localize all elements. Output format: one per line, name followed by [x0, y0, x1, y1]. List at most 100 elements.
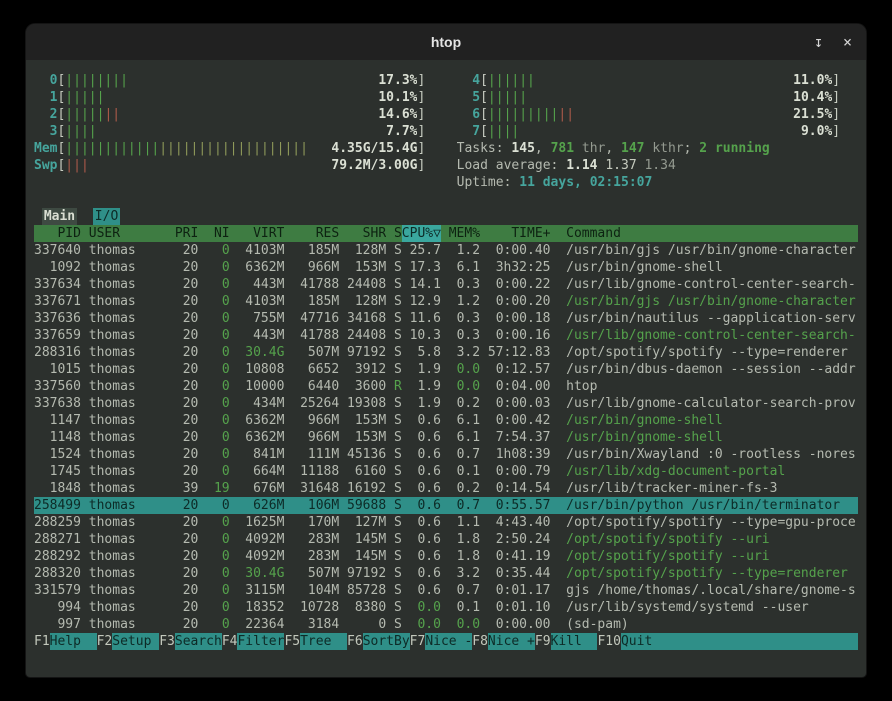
process-row[interactable]: 337638thomas200434M2526419308S1.90.20:00… [34, 395, 858, 412]
cell-res: 111M [284, 446, 339, 463]
process-row[interactable]: 997thomas2002236431840S0.00.00:00.00(sd-… [34, 616, 858, 633]
process-row[interactable]: 337634thomas200443M4178824408S14.10.30:0… [34, 276, 858, 293]
process-row[interactable]: 337671thomas2004103M185M128MS12.91.20:00… [34, 293, 858, 310]
column-header-user[interactable]: USER [81, 225, 159, 242]
cell-shr: 153M [339, 259, 386, 276]
cell-ni: 0 [198, 327, 229, 344]
cell-pid: 288320 [34, 565, 81, 582]
fkey-f3[interactable]: F3Search [159, 633, 222, 650]
cpu-meter-2-value: 14.6% [371, 106, 418, 123]
process-row[interactable]: 288320thomas20030.4G507M97192S0.63.20:35… [34, 565, 858, 582]
fkey-f9[interactable]: F9Kill [535, 633, 598, 650]
cpu-meter-6: 6[|||||||||||21.5%] [457, 106, 840, 123]
fkey-f6[interactable]: F6SortBy [347, 633, 410, 650]
cell-pri: 20 [159, 395, 198, 412]
cell-res: 41788 [284, 327, 339, 344]
cell-res: 104M [284, 582, 339, 599]
cell-command: /opt/spotify/spotify --uri [550, 531, 858, 548]
process-row[interactable]: 1147thomas2006362M966M153MS0.66.10:00.42… [34, 412, 858, 429]
fkey-f2[interactable]: F2Setup [97, 633, 160, 650]
cpu-meter-5-bar: ||||| [488, 89, 527, 106]
cell-state: S [386, 480, 402, 497]
process-row[interactable]: 337636thomas200755M4771634168S11.60.30:0… [34, 310, 858, 327]
process-row[interactable]: 331579thomas2003115M104M85728S0.60.70:01… [34, 582, 858, 599]
process-row[interactable]: 337640thomas2004103M185M128MS25.71.20:00… [34, 242, 858, 259]
fkey-f5[interactable]: F5Tree [284, 633, 347, 650]
cell-virt: 22364 [230, 616, 285, 633]
cell-res: 170M [284, 514, 339, 531]
cell-cpu: 0.6 [402, 582, 441, 599]
cell-res: 41788 [284, 276, 339, 293]
cpu-meter-5-value: 10.4% [785, 89, 832, 106]
tab-main[interactable]: Main [42, 208, 77, 225]
process-row[interactable]: 258499thomas200626M106M59688S0.60.70:55.… [34, 497, 858, 514]
cell-ni: 0 [198, 259, 229, 276]
cell-shr: 127M [339, 514, 386, 531]
cell-pid: 1148 [34, 429, 81, 446]
cell-ni: 0 [198, 429, 229, 446]
process-row[interactable]: 288292thomas2004092M283M145MS0.61.80:41.… [34, 548, 858, 565]
cpu-meter-0: 0[||||||||17.3%] [34, 72, 425, 89]
cell-time: 1h08:39 [480, 446, 550, 463]
cell-res: 185M [284, 242, 339, 259]
column-header-cmd[interactable]: Command [550, 225, 858, 242]
cpu-meter-0-bar: |||||||| [65, 72, 128, 89]
cpu-meter-0-value: 17.3% [371, 72, 418, 89]
cpu-meter-3-label: 3 [34, 123, 57, 140]
cell-mem: 3.2 [441, 344, 480, 361]
cell-state: S [386, 599, 402, 616]
cell-pid: 337671 [34, 293, 81, 310]
process-row[interactable]: 288271thomas2004092M283M145MS0.61.82:50.… [34, 531, 858, 548]
fkey-f1[interactable]: F1Help [34, 633, 97, 650]
window-titlebar[interactable]: htop ↧ × [26, 24, 866, 60]
cell-ni: 0 [198, 344, 229, 361]
cell-command: /opt/spotify/spotify --uri [550, 548, 858, 565]
cell-cpu: 1.9 [402, 361, 441, 378]
cell-ni: 0 [198, 446, 229, 463]
cell-user: thomas [81, 412, 159, 429]
process-row[interactable]: 1092thomas2006362M966M153MS17.36.13h32:2… [34, 259, 858, 276]
process-row[interactable]: 994thomas20018352107288380S0.00.10:01.10… [34, 599, 858, 616]
process-row[interactable]: 288259thomas2001625M170M127MS0.61.14:43.… [34, 514, 858, 531]
cell-ni: 0 [198, 599, 229, 616]
cell-ni: 0 [198, 361, 229, 378]
cell-user: thomas [81, 497, 159, 514]
fkey-f4[interactable]: F4Filter [222, 633, 285, 650]
process-row[interactable]: 1148thomas2006362M966M153MS0.66.17:54.37… [34, 429, 858, 446]
column-header-ni[interactable]: NI [198, 225, 229, 242]
cell-ni: 19 [198, 480, 229, 497]
cell-mem: 0.1 [441, 463, 480, 480]
column-header-time[interactable]: TIME+ [480, 225, 550, 242]
close-icon[interactable]: × [843, 33, 852, 51]
column-header-shr[interactable]: SHR [339, 225, 386, 242]
process-row[interactable]: 1524thomas200841M111M45136S0.60.71h08:39… [34, 446, 858, 463]
column-header-res[interactable]: RES [284, 225, 339, 242]
fkey-f8[interactable]: F8Nice + [472, 633, 535, 650]
cell-mem: 0.2 [441, 395, 480, 412]
tab-io[interactable]: I/O [93, 208, 120, 225]
fkey-f10[interactable]: F10Quit [597, 633, 858, 650]
column-header-cpu[interactable]: CPU%▽ [402, 225, 441, 242]
fkey-f7[interactable]: F7Nice - [410, 633, 473, 650]
process-row[interactable]: 337659thomas200443M4178824408S10.30.30:0… [34, 327, 858, 344]
cell-pid: 337634 [34, 276, 81, 293]
process-row[interactable]: 1848thomas3919676M3164816192S0.60.20:14.… [34, 480, 858, 497]
cell-mem: 3.2 [441, 565, 480, 582]
cell-pid: 258499 [34, 497, 81, 514]
process-row[interactable]: 1745thomas200664M111886160S0.60.10:00.79… [34, 463, 858, 480]
cell-pri: 20 [159, 616, 198, 633]
cell-state: S [386, 446, 402, 463]
cpu-meter-1-value: 10.1% [371, 89, 418, 106]
process-row[interactable]: 1015thomas2001080866523912S1.90.00:12.57… [34, 361, 858, 378]
cell-pri: 20 [159, 327, 198, 344]
download-icon[interactable]: ↧ [814, 33, 823, 51]
column-header-pri[interactable]: PRI [159, 225, 198, 242]
column-header-mem[interactable]: MEM% [441, 225, 480, 242]
cell-pid: 1147 [34, 412, 81, 429]
column-header-s[interactable]: S [386, 225, 402, 242]
cell-user: thomas [81, 276, 159, 293]
column-header-pid[interactable]: PID [34, 225, 81, 242]
process-row[interactable]: 337560thomas2001000064403600R1.90.00:04.… [34, 378, 858, 395]
column-header-virt[interactable]: VIRT [230, 225, 285, 242]
process-row[interactable]: 288316thomas20030.4G507M97192S5.83.257:1… [34, 344, 858, 361]
